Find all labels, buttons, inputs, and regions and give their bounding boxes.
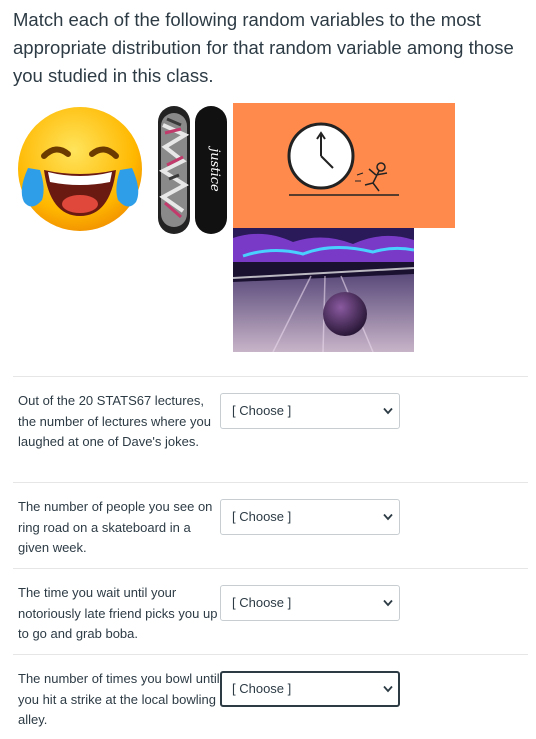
distribution-select[interactable]: [ Choose ] xyxy=(220,585,400,621)
chevron-down-icon xyxy=(383,685,393,693)
distribution-select[interactable]: [ Choose ] xyxy=(220,499,400,535)
select-value: [ Choose ] xyxy=(232,595,292,610)
clock-image xyxy=(233,103,455,228)
chevron-down-icon xyxy=(383,599,393,607)
match-row-label: The number of people you see on ring roa… xyxy=(18,499,213,555)
distribution-select[interactable]: [ Choose ] xyxy=(220,671,400,707)
chevron-down-icon xyxy=(383,513,393,521)
skateboard-graffiti-image xyxy=(158,106,190,234)
match-row-label: The number of times you bowl until you h… xyxy=(18,671,220,727)
chevron-down-icon xyxy=(383,407,393,415)
select-value: [ Choose ] xyxy=(232,509,292,524)
skateboard-justice-image: justice xyxy=(195,106,227,234)
question-text: Match each of the following random varia… xyxy=(13,9,514,86)
match-row-label: The time you wait until your notoriously… xyxy=(18,585,218,641)
select-value: [ Choose ] xyxy=(232,403,292,418)
match-row: Out of the 20 STATS67 lectures, the numb… xyxy=(13,376,528,483)
select-value: [ Choose ] xyxy=(232,681,292,696)
laughing-crying-emoji xyxy=(18,107,142,231)
match-row: The number of times you bowl until you h… xyxy=(13,654,528,739)
match-row-label: Out of the 20 STATS67 lectures, the numb… xyxy=(18,393,211,449)
match-row: The time you wait until your notoriously… xyxy=(13,568,528,655)
svg-text:justice: justice xyxy=(207,145,222,192)
match-row: The number of people you see on ring roa… xyxy=(13,482,528,569)
bowling-alley-image xyxy=(233,228,414,352)
distribution-select[interactable]: [ Choose ] xyxy=(220,393,400,429)
